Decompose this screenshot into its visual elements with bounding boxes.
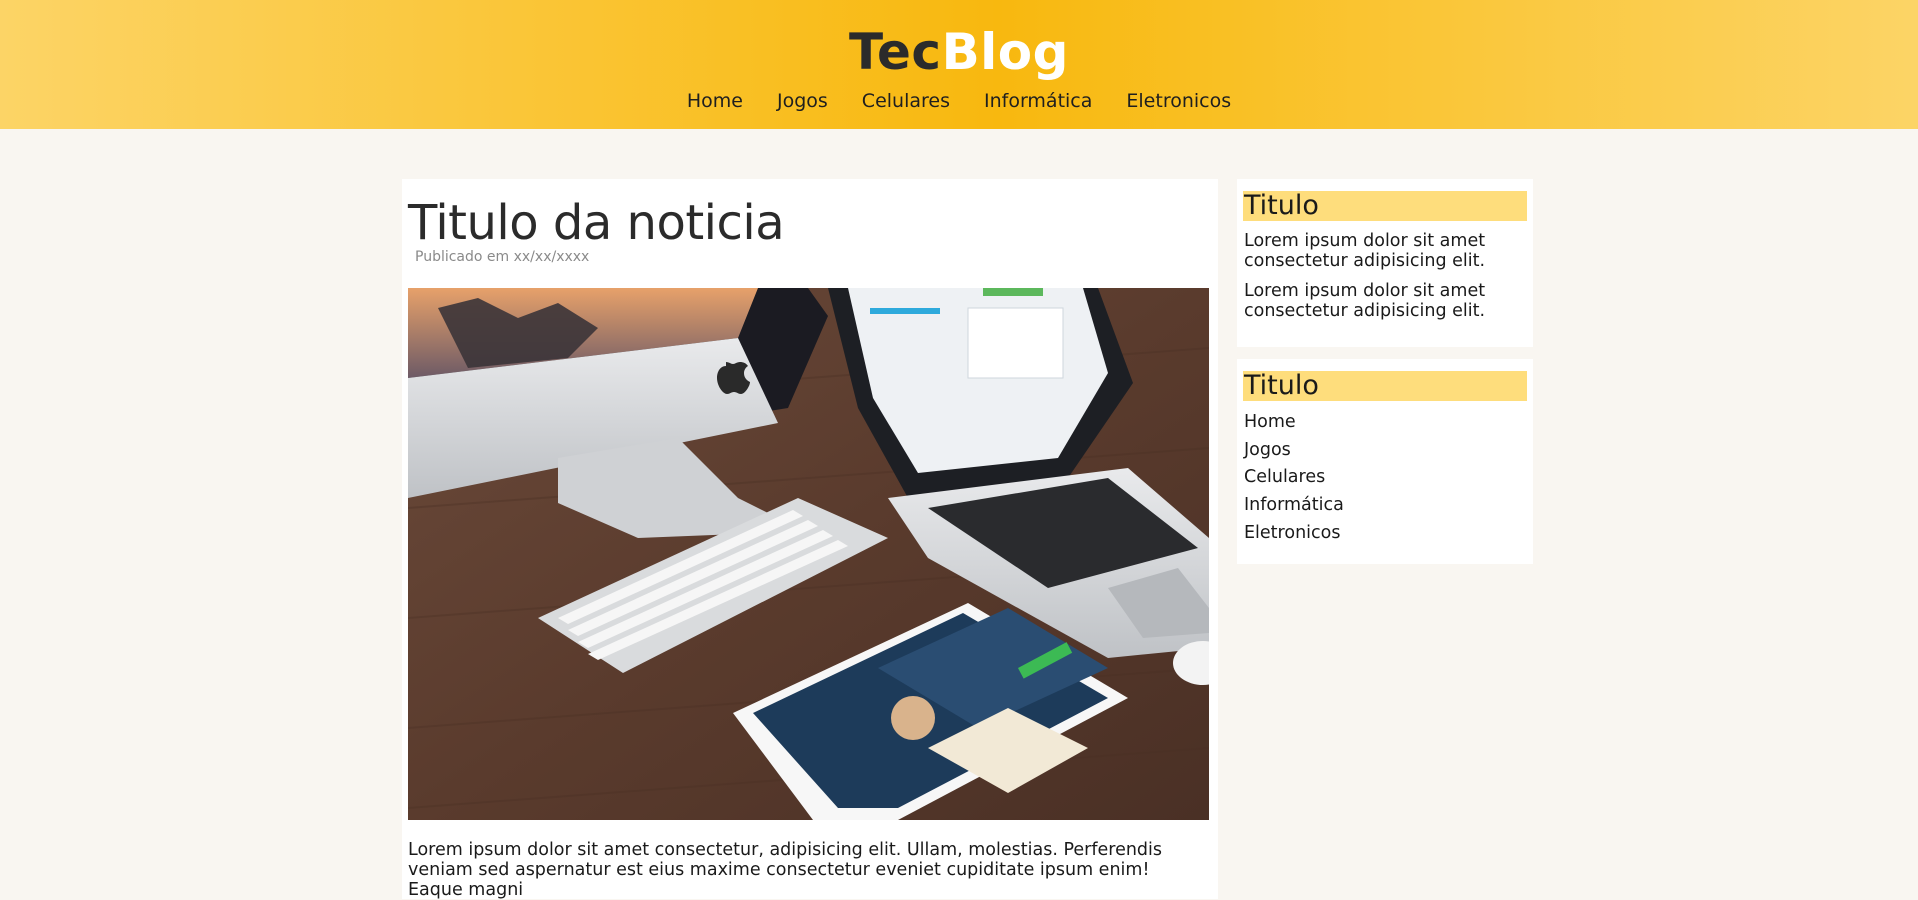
article-published-date: Publicado em xx/xx/xxxx (415, 249, 590, 265)
list-item: Jogos (1244, 437, 1344, 465)
site-header: TecBlog Home Jogos Celulares Informática… (0, 0, 1918, 129)
sidebar-link-list: Home Jogos Celulares Informática Eletron… (1244, 409, 1344, 548)
sidebar-widget-text: Titulo Lorem ipsum dolor sit amet consec… (1237, 179, 1533, 347)
list-item: Home (1244, 409, 1344, 437)
widget-title: Titulo (1243, 191, 1527, 221)
nav-eletronicos[interactable]: Eletronicos (1126, 86, 1231, 116)
list-item: Informática (1244, 492, 1344, 520)
sidebar-link-eletronicos[interactable]: Eletronicos (1244, 523, 1340, 543)
nav-informatica[interactable]: Informática (984, 86, 1092, 116)
nav-home[interactable]: Home (687, 86, 743, 116)
nav-celulares[interactable]: Celulares (862, 86, 950, 116)
sidebar-link-informatica[interactable]: Informática (1244, 495, 1344, 515)
list-item: Celulares (1244, 464, 1344, 492)
sidebar-link-jogos[interactable]: Jogos (1244, 440, 1291, 460)
list-item: Eletronicos (1244, 520, 1344, 548)
sidebar-widget-links: Titulo Home Jogos Celulares Informática … (1237, 359, 1533, 564)
sidebar-link-celulares[interactable]: Celulares (1244, 467, 1325, 487)
site-logo[interactable]: TecBlog (0, 18, 1918, 86)
logo-tec: Tec (849, 23, 942, 81)
article: Titulo da noticia Publicado em xx/xx/xxx… (402, 179, 1218, 900)
article-body: Lorem ipsum dolor sit amet consectetur, … (408, 840, 1163, 900)
widget-title: Titulo (1243, 371, 1527, 401)
sidebar-link-home[interactable]: Home (1244, 412, 1296, 432)
widget-paragraph: Lorem ipsum dolor sit amet consectetur a… (1244, 281, 1486, 321)
nav-jogos[interactable]: Jogos (777, 86, 828, 116)
main-nav: Home Jogos Celulares Informática Eletron… (0, 86, 1918, 116)
article-image (408, 288, 1209, 820)
widget-paragraph: Lorem ipsum dolor sit amet consectetur a… (1244, 231, 1486, 271)
logo-blog: Blog (941, 23, 1069, 81)
